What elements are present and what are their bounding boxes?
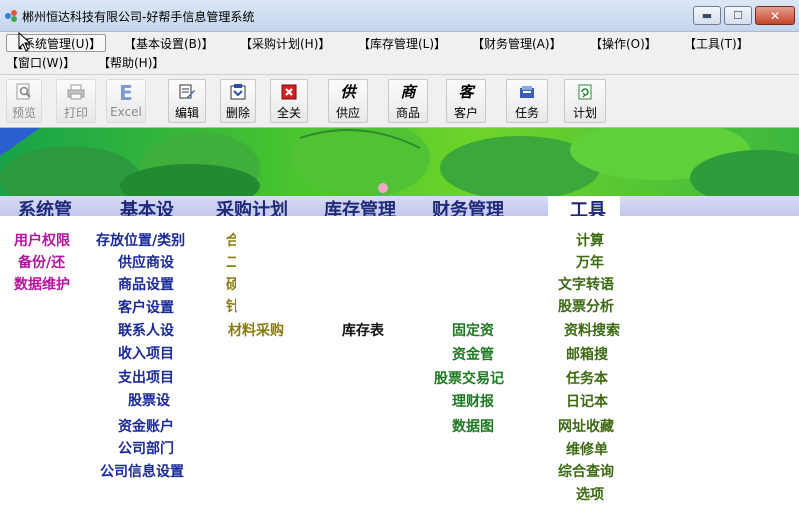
close-all-label: 全关 <box>276 105 301 120</box>
customer-label: 客户 <box>453 105 478 120</box>
fn-customer-settings[interactable]: 客户设置 <box>118 299 174 317</box>
module-tab-finance[interactable]: 财务管理 <box>432 197 504 216</box>
plan-icon <box>576 82 594 102</box>
fn-fund-management[interactable]: 资金管 <box>452 346 494 364</box>
module-tab-system[interactable]: 系统管 <box>18 197 72 216</box>
excel-label: Excel <box>110 105 142 119</box>
fn-perpetual-calendar[interactable]: 万年 <box>576 254 604 272</box>
fn-material-purchase[interactable]: 材料采购 <box>228 322 284 340</box>
maximize-button[interactable]: ☐ <box>724 6 752 25</box>
fn-fixed-assets[interactable]: 固定资 <box>452 322 494 340</box>
module-tab-basic[interactable]: 基本设 <box>120 197 174 216</box>
task-label: 任务 <box>514 105 539 120</box>
preview-button[interactable]: 预览 <box>6 79 42 123</box>
menu-inventory[interactable]: 【库存管理(L)】 <box>358 35 446 53</box>
supply-icon: 供 <box>340 83 356 101</box>
module-tab-purchase[interactable]: 采购计划 <box>216 197 288 216</box>
fn-data-maintenance[interactable]: 数据维护 <box>14 276 70 294</box>
print-label: 打印 <box>63 105 88 120</box>
edit-label: 编辑 <box>174 105 199 120</box>
menu-bar: 【系统管理(U)】 【基本设置(B)】 【采购计划(H)】 【库存管理(L)】 … <box>0 32 799 74</box>
close-all-button[interactable]: 全关 <box>270 79 308 123</box>
plan-label: 计划 <box>572 105 597 120</box>
close-button[interactable]: ✕ <box>755 6 795 25</box>
print-button[interactable]: 打印 <box>56 79 96 123</box>
fn-stock-analysis[interactable]: 股票分析 <box>558 298 614 316</box>
fn-backup-restore[interactable]: 备份/还 <box>18 254 65 272</box>
fn-user-permissions[interactable]: 用户权限 <box>14 232 70 250</box>
print-icon <box>67 82 85 102</box>
fn-general-query[interactable]: 综合查询 <box>558 463 614 481</box>
fn-text-to-speech[interactable]: 文字转语 <box>558 276 614 294</box>
customer-button[interactable]: 客 客户 <box>446 79 486 123</box>
app-logo-icon <box>5 10 17 22</box>
customer-icon: 客 <box>458 83 474 101</box>
fn-repair-orders[interactable]: 维修单 <box>566 441 608 459</box>
plan-button[interactable]: 计划 <box>564 79 606 123</box>
fn-stock-trade-records[interactable]: 股票交易记 <box>434 370 504 388</box>
mouse-cursor-icon <box>18 32 32 52</box>
fn-supplier-settings[interactable]: 供应商设 <box>118 254 174 272</box>
fn-company-departments[interactable]: 公司部门 <box>118 440 174 458</box>
preview-icon <box>15 82 33 102</box>
fn-stock-settings[interactable]: 股票设 <box>128 392 170 410</box>
edit-icon <box>178 82 196 102</box>
minimize-icon: ▬ <box>701 9 713 22</box>
supply-label: 供应 <box>335 105 360 120</box>
render-glitch-mask <box>236 230 396 310</box>
close-all-icon <box>280 82 298 102</box>
menu-window[interactable]: 【窗口(W)】 <box>6 54 75 72</box>
title-bar: 郴州恒达科技有限公司-好帮手信息管理系统 ▬ ☐ ✕ <box>0 0 799 32</box>
delete-icon <box>229 82 247 102</box>
supply-button[interactable]: 供 供应 <box>328 79 368 123</box>
delete-button[interactable]: 删除 <box>220 79 256 123</box>
menu-help[interactable]: 【帮助(H)】 <box>98 54 164 72</box>
fn-inventory-table[interactable]: 库存表 <box>342 322 384 340</box>
task-button[interactable]: 任务 <box>506 79 548 123</box>
minimize-button[interactable]: ▬ <box>693 6 721 25</box>
edit-button[interactable]: 编辑 <box>168 79 206 123</box>
fn-diary[interactable]: 日记本 <box>566 393 608 411</box>
fn-data-chart[interactable]: 数据图 <box>452 418 494 436</box>
delete-label: 删除 <box>225 105 250 120</box>
fn-income-items[interactable]: 收入项目 <box>118 345 174 363</box>
menu-operation[interactable]: 【操作(O)】 <box>590 35 657 53</box>
goods-icon: 商 <box>400 83 416 101</box>
toolbar: 预览 打印 E Excel 编辑 删除 全关 供 供应 商 商品 客 客户 任务… <box>0 74 799 128</box>
fn-options[interactable]: 选项 <box>576 486 604 504</box>
maximize-icon: ☐ <box>733 9 743 22</box>
fn-finance-report[interactable]: 理财报 <box>452 393 494 411</box>
fn-storage-location[interactable]: 存放位置/类别 <box>96 232 185 250</box>
lotus-leaf-illustration <box>0 128 799 196</box>
module-tab-inventory[interactable]: 库存管理 <box>324 197 396 216</box>
menu-basic-settings[interactable]: 【基本设置(B)】 <box>124 35 214 53</box>
excel-button[interactable]: E Excel <box>106 79 146 123</box>
preview-label: 预览 <box>11 105 36 120</box>
task-icon <box>518 82 536 102</box>
menu-tools[interactable]: 【工具(T)】 <box>684 35 749 53</box>
fn-goods-settings[interactable]: 商品设置 <box>118 276 174 294</box>
fn-company-info-settings[interactable]: 公司信息设置 <box>100 463 184 481</box>
fn-data-search[interactable]: 资料搜索 <box>564 322 620 340</box>
fn-contact-settings[interactable]: 联系人设 <box>118 322 174 340</box>
fn-expense-items[interactable]: 支出项目 <box>118 369 174 387</box>
excel-icon: E <box>119 81 133 105</box>
banner-image <box>0 128 799 196</box>
module-header-bar: 系统管 基本设 采购计划 库存管理 财务管理 工具 <box>0 196 799 216</box>
fn-calculator[interactable]: 计算 <box>576 232 604 250</box>
close-icon: ✕ <box>769 8 781 23</box>
fn-task-book[interactable]: 任务本 <box>566 370 608 388</box>
menu-finance[interactable]: 【财务管理(A)】 <box>472 35 562 53</box>
fn-bookmarks[interactable]: 网址收藏 <box>558 418 614 436</box>
fn-fund-accounts[interactable]: 资金账户 <box>118 418 174 436</box>
menu-purchase-plan[interactable]: 【采购计划(H)】 <box>240 35 330 53</box>
goods-button[interactable]: 商 商品 <box>388 79 428 123</box>
goods-label: 商品 <box>395 105 420 120</box>
window-title: 郴州恒达科技有限公司-好帮手信息管理系统 <box>22 10 255 24</box>
module-tab-tools[interactable]: 工具 <box>570 197 606 216</box>
fn-email-search[interactable]: 邮箱搜 <box>566 346 608 364</box>
